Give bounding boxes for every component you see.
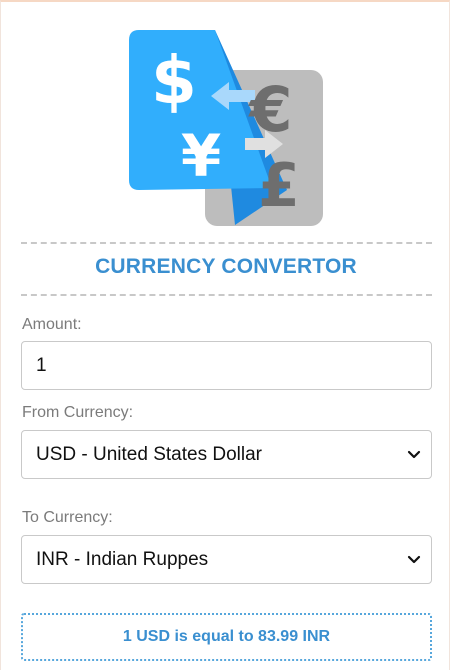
amount-input[interactable]: 1 — [21, 341, 432, 390]
bottom-divider — [21, 294, 432, 296]
svg-text:$: $ — [151, 42, 197, 119]
page-title: CURRENCY CONVERTOR — [95, 255, 357, 278]
top-divider — [21, 242, 432, 244]
chevron-down-icon — [407, 555, 421, 563]
to-currency-value: INR - Indian Ruppes — [36, 548, 209, 570]
to-currency-select[interactable]: INR - Indian Ruppes — [21, 535, 432, 584]
to-currency-label: To Currency: — [22, 509, 113, 526]
svg-text:¥: ¥ — [181, 122, 221, 190]
conversion-result-text: 1 USD is equal to 83.99 INR — [122, 628, 331, 645]
chevron-down-icon — [407, 450, 421, 458]
svg-text:€: € — [247, 73, 292, 146]
amount-label: Amount: — [22, 316, 82, 333]
amount-value: 1 — [36, 354, 47, 376]
converter-card: $ ¥ € £ CURRENCY CONVERTOR Amount: 1 Fro… — [0, 0, 450, 670]
currency-exchange-icon: $ ¥ € £ — [127, 30, 327, 228]
conversion-result: 1 USD is equal to 83.99 INR — [21, 613, 432, 661]
from-currency-select[interactable]: USD - United States Dollar — [21, 430, 432, 479]
svg-text:£: £ — [258, 151, 300, 221]
from-currency-label: From Currency: — [22, 404, 134, 421]
from-currency-value: USD - United States Dollar — [36, 443, 262, 465]
